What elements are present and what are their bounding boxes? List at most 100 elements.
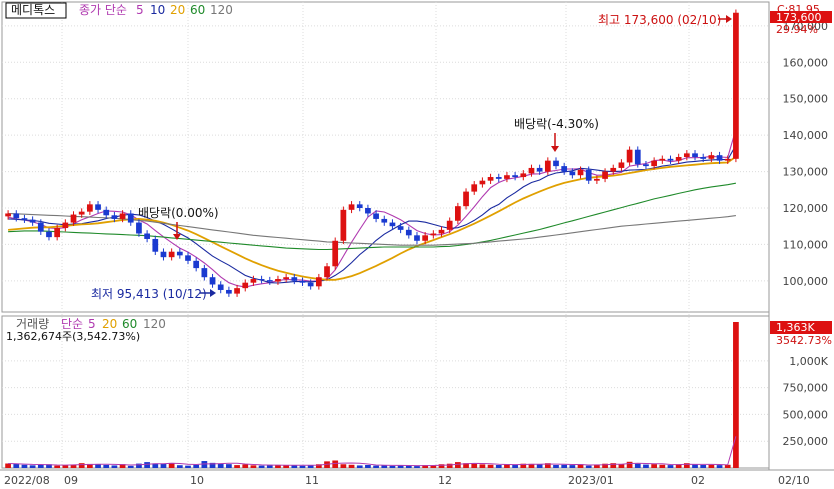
candle-body — [87, 204, 93, 212]
volume-bar — [13, 463, 20, 468]
candle-body — [144, 233, 150, 239]
volume-bar — [708, 464, 715, 468]
candle-body — [438, 229, 445, 234]
candle-body — [78, 211, 85, 215]
candle-body — [544, 160, 551, 172]
volume-bar — [692, 464, 698, 468]
volume-bar — [585, 465, 592, 468]
candle-body — [626, 149, 633, 163]
volume-bar — [356, 465, 363, 468]
price-tick-label: 140,000 — [783, 129, 829, 142]
candle-body — [569, 171, 576, 176]
candle-body — [479, 180, 486, 185]
current-volume-label: 1,363K — [776, 321, 815, 334]
candle-body — [536, 167, 543, 172]
volume-bar — [193, 464, 200, 468]
candle-body — [577, 169, 584, 176]
candle-body — [528, 167, 535, 174]
volume-bar — [250, 465, 257, 468]
volume-tick-label: 250,000 — [783, 435, 829, 448]
candle-body — [356, 204, 363, 208]
volume-bar — [414, 466, 420, 468]
x-tick-label: 09 — [64, 474, 78, 487]
candle-body — [414, 235, 420, 241]
candle-body — [152, 238, 159, 252]
candle-body — [724, 158, 731, 161]
volume-bar — [95, 464, 101, 468]
price-tick-label: 130,000 — [783, 166, 829, 179]
volume-bar — [234, 465, 240, 468]
dividend-annotation-1: 배당락(0.00%) — [138, 206, 219, 220]
volume-tick-label: 750,000 — [783, 382, 829, 395]
volume-bar — [651, 464, 657, 468]
candle-body — [54, 228, 61, 238]
candle-body — [209, 277, 216, 285]
candle-body — [504, 175, 510, 179]
candle-body — [299, 280, 306, 283]
candle-body — [193, 260, 200, 269]
price-tick-label: 160,000 — [783, 56, 829, 69]
volume-bar — [471, 463, 478, 468]
candle-body — [275, 279, 281, 282]
candle-body — [487, 177, 494, 181]
candle-body — [348, 204, 355, 210]
price-legend-label: 종가 단순 — [79, 3, 127, 17]
candle-body — [29, 219, 36, 223]
candle-body — [463, 191, 469, 207]
candle-body — [136, 222, 142, 234]
x-tick-label: 10 — [190, 474, 204, 487]
volume-bar — [54, 465, 61, 468]
legend-period-60: 60 — [190, 3, 205, 17]
candle-body — [365, 208, 371, 214]
candle-body — [675, 157, 682, 161]
candle-body — [512, 175, 518, 178]
candle-body — [176, 251, 183, 256]
candle-body — [62, 222, 69, 229]
price-tick-label: 120,000 — [783, 202, 829, 215]
candle-body — [258, 279, 265, 281]
candle-body — [37, 222, 44, 232]
volume-bar — [553, 465, 559, 468]
candle-body — [716, 155, 723, 161]
volume-tick-label: 1,000K — [789, 355, 828, 368]
volume-bar — [78, 463, 85, 468]
stock-chart[interactable]: 100,000 110,000 120,000 130,000 140,000 150,0… — [0, 0, 834, 489]
volume-bar — [242, 464, 249, 468]
candle-body — [266, 280, 273, 282]
x-tick-label: 11 — [305, 474, 319, 487]
x-tick-label: 02/10 — [778, 474, 810, 487]
candle-body — [561, 166, 568, 172]
volume-bar — [217, 463, 224, 468]
x-tick-label: 12 — [438, 474, 452, 487]
volume-bar — [144, 462, 150, 468]
candle-body — [610, 167, 617, 172]
candle-body — [5, 213, 11, 217]
volume-bar — [455, 462, 461, 468]
volume-bar — [569, 465, 576, 468]
candle-body — [405, 229, 412, 236]
candle-body — [692, 153, 698, 157]
candle-body — [70, 214, 77, 223]
candle-body — [217, 284, 224, 290]
candle-body — [234, 288, 240, 294]
volume-bar — [700, 465, 707, 468]
volume-bar — [103, 464, 110, 468]
candle-body — [315, 277, 322, 287]
candle-body — [168, 251, 175, 258]
volume-bar — [299, 465, 306, 468]
volume-bar — [667, 465, 674, 468]
candle-body — [643, 164, 649, 167]
candle-body — [553, 160, 559, 167]
candle-body — [160, 251, 167, 258]
price-change-label: 29.94% — [776, 23, 818, 36]
candle-body — [185, 255, 191, 261]
candle-body — [585, 169, 592, 181]
volume-bar — [536, 464, 543, 468]
volume-bar — [634, 463, 641, 468]
volume-bar — [348, 464, 355, 468]
volume-bar — [332, 460, 339, 468]
candle-body — [307, 282, 314, 287]
candle-body — [291, 277, 298, 281]
price-tick-label: 100,000 — [783, 275, 829, 288]
candle-body — [283, 277, 289, 280]
